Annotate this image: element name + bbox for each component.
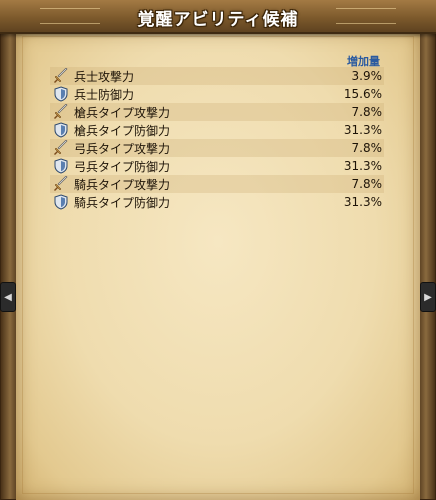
ability-name: 槍兵タイプ攻撃力 (74, 105, 171, 120)
ability-name: 兵士攻撃力 (74, 69, 135, 84)
ability-value: 31.3% (343, 123, 382, 137)
list-item[interactable]: 槍兵タイプ防御力 31.3% (50, 121, 384, 139)
increase-column-header: 増加量 (347, 55, 380, 68)
ability-value: 31.3% (343, 195, 382, 209)
ability-value: 7.8% (351, 141, 383, 155)
list-item[interactable]: 弓兵タイプ攻撃力 7.8% (50, 139, 384, 157)
ability-name: 槍兵タイプ防御力 (74, 123, 171, 138)
ability-name: 兵士防御力 (74, 87, 135, 102)
ability-value: 7.8% (351, 105, 383, 119)
ability-value: 7.8% (351, 177, 383, 191)
next-page-button[interactable]: ▶ (420, 282, 436, 312)
list-item[interactable]: 槍兵タイプ攻撃力 7.8% (50, 103, 384, 121)
shield-icon (52, 85, 70, 103)
list-item[interactable]: 兵士攻撃力 3.9% (50, 67, 384, 85)
ability-value: 3.9% (351, 69, 383, 83)
ability-list: 兵士攻撃力 3.9% 兵士防御力 15.6% 槍兵タイプ攻撃力 7.8% 槍兵タ… (50, 67, 384, 211)
list-item[interactable]: 騎兵タイプ攻撃力 7.8% (50, 175, 384, 193)
sword-icon (52, 67, 70, 85)
ability-value: 15.6% (343, 87, 382, 101)
list-item[interactable]: 弓兵タイプ防御力 31.3% (50, 157, 384, 175)
ability-name: 騎兵タイプ攻撃力 (74, 177, 171, 192)
title-banner: 覚醒アビリティ候補 (0, 0, 436, 34)
ability-value: 31.3% (343, 159, 382, 173)
ability-name: 騎兵タイプ防御力 (74, 195, 171, 210)
shield-icon (52, 121, 70, 139)
list-item[interactable]: 兵士防御力 15.6% (50, 85, 384, 103)
ability-name: 弓兵タイプ防御力 (74, 159, 171, 174)
list-item[interactable]: 騎兵タイプ防御力 31.3% (50, 193, 384, 211)
window-title: 覚醒アビリティ候補 (137, 10, 299, 30)
previous-page-button[interactable]: ◀ (0, 282, 16, 312)
shield-icon (52, 193, 70, 211)
sword-icon (52, 103, 70, 121)
chevron-right-icon: ▶ (424, 291, 432, 303)
sword-icon (52, 139, 70, 157)
sword-icon (52, 175, 70, 193)
chevron-left-icon: ◀ (4, 291, 12, 303)
shield-icon (52, 157, 70, 175)
ability-name: 弓兵タイプ攻撃力 (74, 141, 171, 156)
